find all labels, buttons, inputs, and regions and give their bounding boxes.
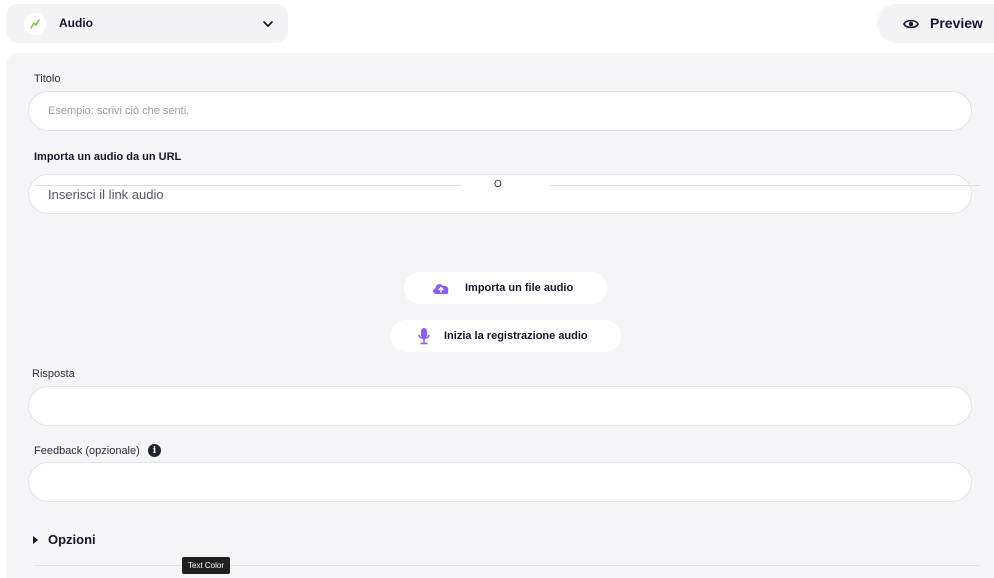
microphone-icon <box>418 328 430 345</box>
title-label: Titolo <box>34 73 61 85</box>
answer-label: Risposta <box>32 368 75 380</box>
cloud-upload-icon <box>433 284 449 294</box>
import-file-label: Importa un file audio <box>465 282 574 294</box>
tooltip-text: Text Color <box>188 561 225 570</box>
record-audio-button[interactable]: Inizia la registrazione audio <box>390 320 621 352</box>
feedback-input[interactable] <box>28 462 972 502</box>
question-type-label: Audio <box>59 16 93 30</box>
options-label: Opzioni <box>48 532 96 547</box>
eye-icon <box>903 19 919 29</box>
top-bar: Audio Preview <box>0 0 994 48</box>
info-icon[interactable]: i <box>148 444 161 457</box>
answer-input[interactable] <box>28 386 972 426</box>
tooltip: Text Color <box>182 557 231 574</box>
caret-right-icon <box>33 535 38 544</box>
question-type-select[interactable]: Audio <box>6 4 288 43</box>
preview-label: Preview <box>930 15 983 31</box>
chevron-down-icon <box>263 21 273 27</box>
title-input[interactable] <box>28 91 972 131</box>
feedback-label: Feedback (opzionale) <box>34 445 140 457</box>
record-audio-label: Inizia la registrazione audio <box>444 330 588 342</box>
divider-left <box>34 185 462 186</box>
options-divider <box>34 565 980 566</box>
divider-or-text: O <box>494 179 502 190</box>
import-file-button[interactable]: Importa un file audio <box>404 272 607 304</box>
options-toggle[interactable]: Opzioni <box>33 532 96 547</box>
preview-button[interactable]: Preview <box>877 4 994 43</box>
divider-right <box>550 185 980 186</box>
audio-wave-icon <box>24 13 46 35</box>
url-import-label: Importa un audio da un URL <box>34 151 182 163</box>
